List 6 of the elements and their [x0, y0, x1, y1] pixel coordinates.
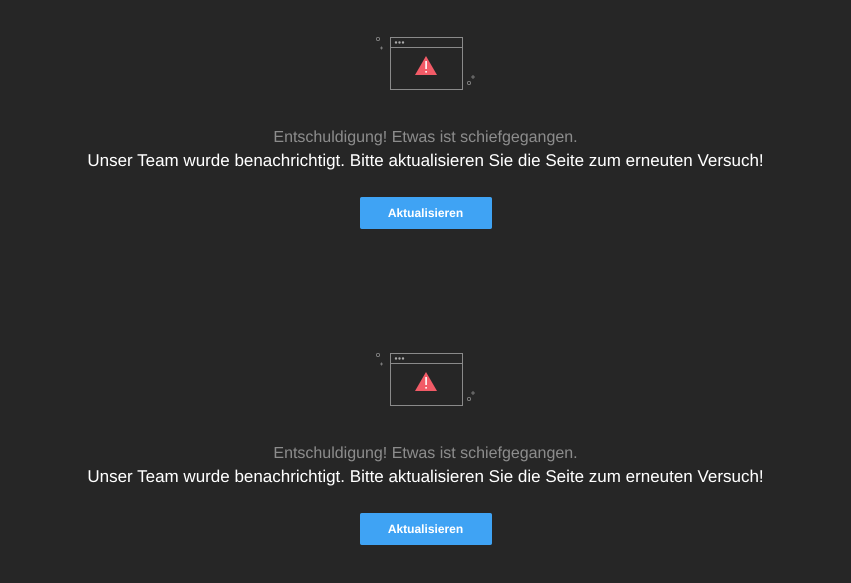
- error-title: Entschuldigung! Etwas ist schiefgegangen.: [273, 444, 578, 464]
- refresh-button[interactable]: Aktualisieren: [360, 197, 492, 229]
- error-message: Unser Team wurde benachrichtigt. Bitte aktualisieren Sie die Seite zum erneuten Versuch!: [87, 150, 764, 172]
- refresh-button[interactable]: Aktualisieren: [360, 513, 492, 545]
- error-message: Unser Team wurde benachrichtigt. Bitte aktualisieren Sie die Seite zum erneuten Versuch!: [87, 466, 764, 488]
- error-title: Entschuldigung! Etwas ist schiefgegangen.: [273, 128, 578, 148]
